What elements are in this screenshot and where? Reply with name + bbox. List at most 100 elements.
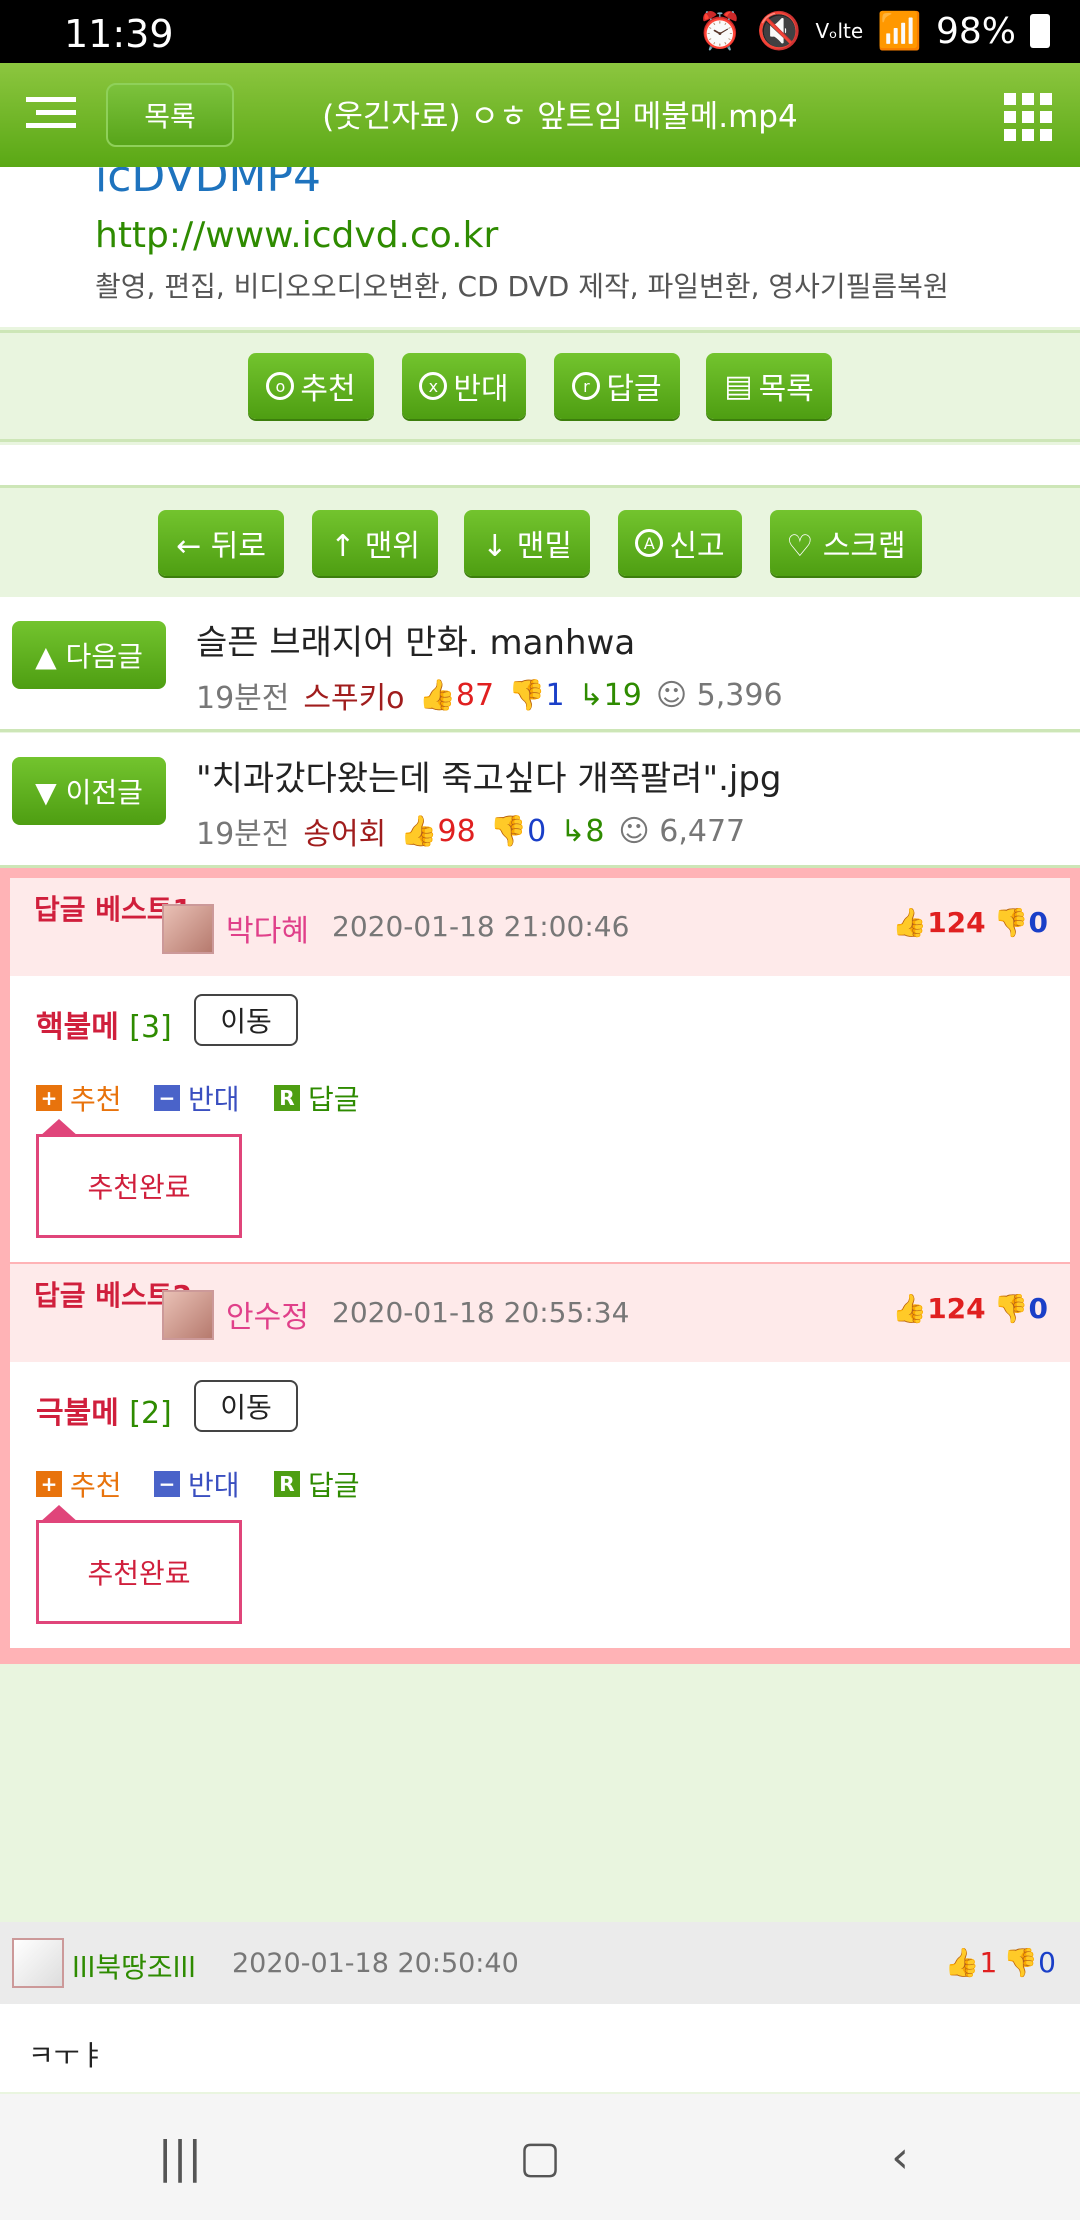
avatar[interactable] bbox=[162, 1290, 214, 1340]
comment-text: ㅋㅜㅑ bbox=[28, 2039, 106, 2072]
move-button[interactable]: 이동 bbox=[194, 994, 298, 1046]
reply-recommend-button[interactable]: + 추천 bbox=[36, 1464, 122, 1504]
thumbs-up-icon: 👍1 bbox=[944, 1946, 998, 1979]
page-title: (웃긴자료) ㅇㅎ 앞트임 메불메.mp4 bbox=[322, 99, 798, 135]
best-date: 2020-01-18 21:00:46 bbox=[332, 910, 630, 943]
reply-count-icon: ↳8 bbox=[560, 813, 605, 849]
status-icons: ⏰ 🔇 Vₒlte 📶 98% bbox=[698, 10, 1050, 52]
minus-icon: − bbox=[154, 1085, 180, 1111]
navigation-bar: ← 뒤로 ↑ 맨위 ↓ 맨밑 A 신고 ♡ 스크랩 bbox=[0, 485, 1080, 597]
best-author[interactable]: 박다혜 bbox=[226, 906, 309, 950]
oppose-button[interactable]: x 반대 bbox=[402, 353, 526, 419]
next-post-row[interactable]: ▲ 다음글 슬픈 브래지어 만화. manhwa 19분전 스푸키o 👍87 👎… bbox=[0, 597, 1080, 732]
best-reply-body: 극불메 [2] 이동 + 추천 − 반대 R 답글 추천완료 bbox=[10, 1362, 1070, 1650]
next-post-title[interactable]: 슬픈 브래지어 만화. manhwa bbox=[196, 615, 635, 664]
battery-text: 98% bbox=[935, 10, 1016, 52]
thumbs-up-icon: 👍124 bbox=[892, 1292, 986, 1325]
reply-oppose-button[interactable]: − 반대 bbox=[154, 1078, 240, 1118]
back-icon[interactable]: ‹ bbox=[870, 2127, 930, 2187]
thumbs-up-icon: 👍98 bbox=[400, 813, 476, 849]
recommend-button[interactable]: o 추천 bbox=[248, 353, 374, 419]
home-icon[interactable]: ▢ bbox=[510, 2127, 570, 2187]
reply-text: 핵불메 [3] bbox=[36, 1010, 172, 1045]
prev-post-button[interactable]: ▼ 이전글 bbox=[12, 757, 166, 825]
reply-text: 극불메 [2] bbox=[36, 1396, 172, 1431]
reply-reply-button[interactable]: R 답글 bbox=[274, 1464, 360, 1504]
report-button[interactable]: A 신고 bbox=[618, 510, 742, 576]
comment-header: lll북땅조lll 2020-01-18 20:50:40 👍1 👎0 bbox=[0, 1922, 1080, 2004]
prev-post-meta: 19분전 송어회 👍98 👎0 ↳8 ☺ 6,477 bbox=[196, 809, 745, 853]
reply-button[interactable]: r 답글 bbox=[554, 353, 680, 419]
ad-banner[interactable]: icDVDMP4 http://www.icdvd.co.kr 촬영, 편집, … bbox=[0, 167, 1080, 327]
reply-count-icon: ↳19 bbox=[578, 677, 642, 713]
reply-reply-button[interactable]: R 답글 bbox=[274, 1078, 360, 1118]
ad-description: 촬영, 편집, 비디오오디오변환, CD DVD 제작, 파일변환, 영사기필름… bbox=[95, 270, 949, 303]
thumbs-down-icon: 👎0 bbox=[993, 906, 1048, 939]
oppose-icon: x bbox=[419, 372, 448, 400]
back-button[interactable]: ← 뒤로 bbox=[158, 510, 284, 576]
recommend-done-badge: 추천완료 bbox=[36, 1119, 242, 1238]
list-bottom-button[interactable]: ▤ 목록 bbox=[706, 353, 832, 419]
next-post-author[interactable]: 스푸키o bbox=[303, 673, 404, 717]
best-reply-1: 답글 베스트1 박다혜 2020-01-18 21:00:46 👍124 👎0 … bbox=[10, 878, 1070, 1262]
best-votes: 👍124 👎0 bbox=[892, 906, 1048, 939]
recommend-icon: o bbox=[266, 372, 295, 400]
move-button[interactable]: 이동 bbox=[194, 1380, 298, 1432]
report-icon: A bbox=[635, 529, 664, 557]
list-button[interactable]: 목록 bbox=[106, 83, 234, 147]
battery-icon bbox=[1030, 14, 1050, 48]
thumbs-down-icon: 👎0 bbox=[1003, 1946, 1056, 1979]
mute-icon: 🔇 bbox=[756, 11, 802, 52]
best-label: 답글 베스트1 bbox=[34, 893, 193, 926]
best-reply-header: 답글 베스트2 안수정 2020-01-18 20:55:34 👍124 👎0 bbox=[10, 1264, 1070, 1362]
reply-r-icon: R bbox=[274, 1471, 300, 1497]
views-icon: ☺ 6,477 bbox=[618, 813, 746, 849]
menu-icon[interactable] bbox=[26, 97, 76, 131]
spacer bbox=[0, 445, 1080, 485]
prev-post-title[interactable]: "치과갔다왔는데 죽고싶다 개쪽팔려".jpg bbox=[196, 751, 782, 800]
ad-url[interactable]: http://www.icdvd.co.kr bbox=[95, 215, 498, 256]
scrap-button[interactable]: ♡ 스크랩 bbox=[770, 510, 922, 576]
thumbs-up-icon: 👍124 bbox=[892, 906, 986, 939]
reply-recommend-button[interactable]: + 추천 bbox=[36, 1078, 122, 1118]
bottom-button[interactable]: ↓ 맨밑 bbox=[464, 510, 590, 576]
best-author[interactable]: 안수정 bbox=[226, 1292, 309, 1336]
prev-post-row[interactable]: ▼ 이전글 "치과갔다왔는데 죽고싶다 개쪽팔려".jpg 19분전 송어회 👍… bbox=[0, 733, 1080, 868]
reply-oppose-button[interactable]: − 반대 bbox=[154, 1464, 240, 1504]
comment: lll북땅조lll 2020-01-18 20:50:40 👍1 👎0 ㅋㅜㅑ bbox=[0, 1922, 1080, 2092]
reply-icon: r bbox=[572, 372, 601, 400]
top-bar: 목록 (웃긴자료) ㅇㅎ 앞트임 메불메.mp4 bbox=[0, 63, 1080, 167]
vote-bar: o 추천 x 반대 r 답글 ▤ 목록 bbox=[0, 330, 1080, 442]
minus-icon: − bbox=[154, 1471, 180, 1497]
volte-icon: Vₒlte bbox=[815, 19, 864, 43]
best-reply-header: 답글 베스트1 박다혜 2020-01-18 21:00:46 👍124 👎0 bbox=[10, 878, 1070, 976]
thumbs-down-icon: 👎0 bbox=[489, 813, 547, 849]
status-bar: 11:39 ⏰ 🔇 Vₒlte 📶 98% bbox=[0, 0, 1080, 63]
prev-post-author[interactable]: 송어회 bbox=[303, 809, 386, 853]
views-icon: ☺ 5,396 bbox=[655, 677, 783, 713]
best-label: 답글 베스트2 bbox=[34, 1279, 193, 1312]
best-votes: 👍124 👎0 bbox=[892, 1292, 1048, 1325]
apps-grid-icon[interactable] bbox=[1004, 93, 1052, 141]
plus-icon: + bbox=[36, 1471, 62, 1497]
wifi-icon: 📶 bbox=[877, 11, 922, 52]
ad-title[interactable]: icDVDMP4 bbox=[95, 167, 321, 202]
list-icon: ▤ bbox=[724, 368, 753, 404]
comment-votes: 👍1 👎0 bbox=[945, 1946, 1056, 1979]
avatar[interactable] bbox=[162, 904, 214, 954]
comment-author[interactable]: lll북땅조lll bbox=[72, 1946, 196, 1986]
top-button[interactable]: ↑ 맨위 bbox=[312, 510, 438, 576]
next-post-button[interactable]: ▲ 다음글 bbox=[12, 621, 166, 689]
system-nav-bar: ||| ▢ ‹ bbox=[0, 2094, 1080, 2220]
best-date: 2020-01-18 20:55:34 bbox=[332, 1296, 630, 1329]
thumbs-down-icon: 👎1 bbox=[508, 677, 565, 713]
thumbs-down-icon: 👎0 bbox=[993, 1292, 1048, 1325]
best-replies: 답글 베스트1 박다혜 2020-01-18 21:00:46 👍124 👎0 … bbox=[0, 868, 1080, 1664]
status-time: 11:39 bbox=[64, 12, 174, 56]
recent-apps-icon[interactable]: ||| bbox=[150, 2127, 210, 2187]
avatar[interactable] bbox=[12, 1938, 64, 1988]
plus-icon: + bbox=[36, 1085, 62, 1111]
comment-date: 2020-01-18 20:50:40 bbox=[232, 1948, 519, 1979]
reply-r-icon: R bbox=[274, 1085, 300, 1111]
thumbs-up-icon: 👍87 bbox=[418, 677, 495, 713]
